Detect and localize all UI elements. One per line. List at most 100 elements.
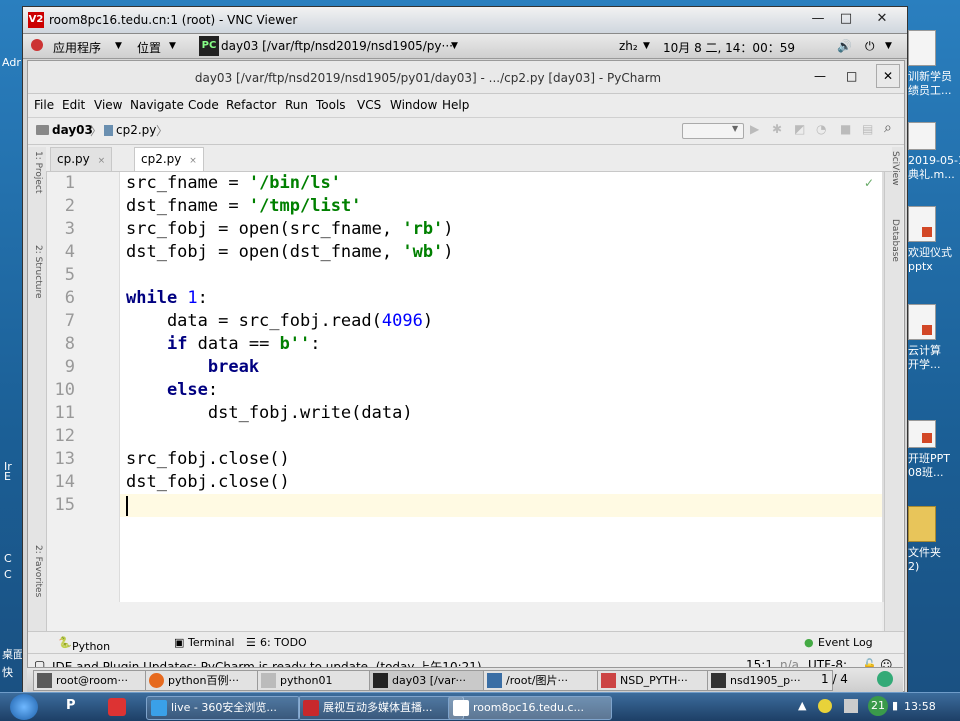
folder-icon [261,673,276,688]
right-tool-strip: SciView Database [884,147,903,631]
close-button[interactable]: ✕ [876,64,900,88]
tool-terminal[interactable]: Terminal [188,636,235,649]
applications-menu[interactable]: 应用程序 [53,39,101,56]
menu-window[interactable]: Window [390,98,437,112]
tool-event-log[interactable]: Event Log [818,636,873,649]
taskbar-item-browser[interactable]: python百例··· [145,670,269,691]
menu-tools[interactable]: Tools [316,98,346,112]
code-token: data == [197,334,280,354]
menu-code[interactable]: Code [188,98,219,112]
code-line: dst_fname = '/tmp/list' [126,195,361,218]
run-icon[interactable]: ▶ [750,122,759,136]
taskbar-item-media[interactable]: nsd1905_p··· [707,670,833,691]
tab-cp2-py[interactable]: cp2.py × [134,147,204,171]
breadcrumb-file[interactable]: cp2.py [116,123,156,137]
tool-todo[interactable]: 6: TODO [260,636,307,649]
notification-icon[interactable] [877,671,893,687]
python-console-icon: 🐍 [58,636,72,649]
close-icon[interactable]: × [189,156,197,166]
tab-cp-py[interactable]: cp.py × [50,147,113,171]
taskbar-item-document[interactable]: NSD_PYTH··· [597,670,723,691]
desktop-file-icon[interactable]: 训新学员 绩员工... [908,30,960,98]
tray-expand-icon[interactable]: ▲ [798,699,806,712]
code-token: data = src_fobj.read( [126,311,382,331]
live-stream-icon [303,700,319,716]
menu-vcs[interactable]: VCS [357,98,381,112]
desktop-file-icon[interactable]: 开班PPT 08班... [908,420,960,480]
favorites-tool-button[interactable]: 2: Favorites [31,545,43,625]
breadcrumb-project[interactable]: day03 [52,123,93,137]
layout-icon[interactable]: ▤ [862,122,873,136]
pycharm-icon: PC [199,36,219,56]
pinned-app-icon[interactable]: P [66,698,84,716]
vnc-window-title: room8pc16.tedu.cn:1 (root) - VNC Viewer [49,13,298,27]
desktop-file-icon[interactable]: 文件夹 2) [908,506,960,574]
desktop-icon-label[interactable]: C [4,552,12,565]
desktop-icon-label[interactable]: 快 [2,664,13,680]
line-number: 8 [64,334,75,354]
vnc-title-bar[interactable]: V2 room8pc16.tedu.cn:1 (root) - VNC View… [23,7,907,34]
stop-icon[interactable]: ■ [840,122,851,136]
taskbar-item-live-stream[interactable]: 展视互动多媒体直播... [298,696,464,720]
taskbar-item-folder[interactable]: python01 [257,670,381,691]
pinned-app-icon[interactable] [108,698,126,716]
tray-app-icon[interactable] [844,699,858,713]
start-button[interactable] [10,694,38,720]
maximize-button[interactable]: □ [846,69,857,83]
project-tool-button[interactable]: 1: Project [31,151,43,241]
menu-run[interactable]: Run [285,98,308,112]
code-editor[interactable]: src_fname = '/bin/ls' dst_fname = '/tmp/l… [120,172,882,602]
debug-icon[interactable]: ✱ [772,122,782,136]
code-token: src_fobj = open(src_fname, [126,219,403,239]
panel-clock[interactable]: 10月 8 二, 14：00：59 [663,39,795,56]
profile-icon[interactable]: ◔ [816,122,826,136]
menu-file[interactable]: File [34,98,54,112]
taskbar-item-vnc[interactable]: room8pc16.tedu.c... [448,696,612,720]
line-number: 14 [54,472,75,492]
minimize-button[interactable]: — [805,10,831,28]
menu-edit[interactable]: Edit [62,98,85,112]
desktop-file-icon[interactable]: 欢迎仪式 pptx [908,206,960,274]
taskbar-clock[interactable]: 13:58 [904,700,936,713]
desktop-file-icon[interactable]: 2019-05-14- 典礼.m... [908,122,960,182]
desktop-icon-label[interactable]: 桌面 [2,646,24,662]
vnc-logo-icon: V2 [28,12,44,28]
taskbar-item-terminal[interactable]: root@room··· [33,670,153,691]
desktop-icon-label[interactable]: E [4,470,11,483]
network-icon[interactable]: ▮ [892,699,898,712]
search-icon[interactable]: ⌕ [884,120,892,136]
tray-badge[interactable]: 21 [868,696,888,716]
breadcrumb-separator: 〉 [156,124,169,138]
menu-navigate[interactable]: Navigate [130,98,184,112]
taskbar-item-pycharm[interactable]: day03 [/var··· [369,670,497,691]
taskbar-item-360-browser[interactable]: live - 360安全浏览... [146,696,300,720]
tray-app-icon[interactable] [818,699,832,713]
desktop-icon-label[interactable]: Adr [2,56,21,69]
editor-scrollbar[interactable] [882,172,884,602]
speaker-icon[interactable]: 🔊 [837,39,852,53]
power-icon[interactable]: ⏻ [865,39,875,54]
input-method-indicator[interactable]: zh₂ [619,39,638,53]
structure-tool-button[interactable]: 2: Structure [31,245,43,325]
minimize-button[interactable]: — [814,69,826,83]
taskbar-item-images[interactable]: /root/图片··· [483,670,609,691]
active-window-menu[interactable]: day03 [/var/ftp/nsd2019/nsd1905/py··· [221,39,453,53]
menu-refactor[interactable]: Refactor [226,98,276,112]
close-button[interactable]: ✕ [869,10,895,28]
places-menu[interactable]: 位置 [137,39,161,56]
maximize-button[interactable]: □ [833,10,859,28]
code-token: dst_fname = [126,196,249,216]
media-icon [711,673,726,688]
close-icon[interactable]: × [98,156,106,166]
pycharm-title-bar[interactable]: day03 [/var/ftp/nsd2019/nsd1905/py01/day… [28,61,904,94]
coverage-icon[interactable]: ◩ [794,122,805,136]
code-token: src_fobj.close() [126,449,290,469]
desktop-file-icon[interactable]: 云计算 开学... [908,304,960,372]
database-tool-button[interactable]: Database [888,219,900,279]
menu-help[interactable]: Help [442,98,469,112]
desktop-icon-label[interactable]: C [4,568,12,581]
workspace-pager[interactable]: 1 / 4 [821,672,848,686]
menu-view[interactable]: View [94,98,122,112]
